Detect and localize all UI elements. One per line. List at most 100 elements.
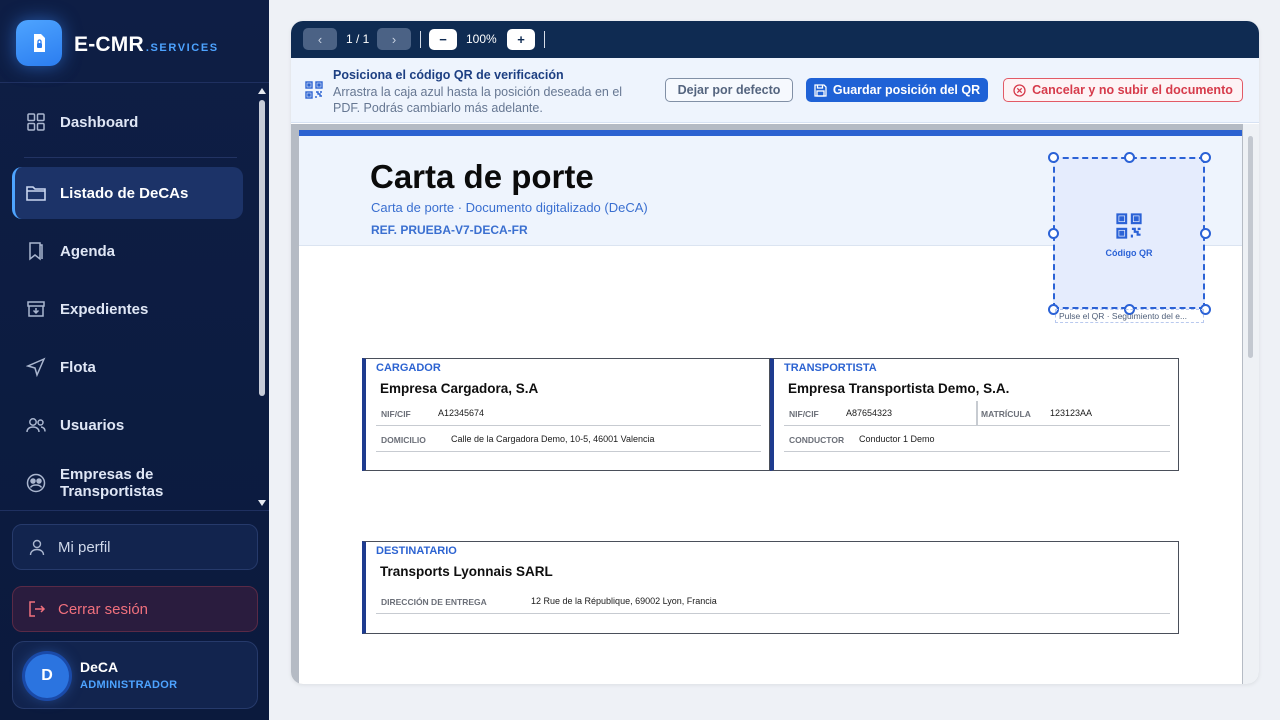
resize-handle-top-right[interactable] [1200, 152, 1211, 163]
user-card[interactable]: D DeCA ADMINISTRADOR [12, 641, 258, 709]
save-qr-position-label: Guardar posición del QR [832, 83, 981, 97]
direccion-value: 12 Rue de la République, 69002 Lyon, Fra… [531, 596, 717, 606]
nav-item-empresas-transportistas[interactable]: Empresas de Transportistas [12, 457, 243, 509]
document-subtitle: Carta de porte · Documento digitalizado … [371, 200, 648, 215]
conductor-value: Conductor 1 Demo [859, 434, 935, 444]
sidebar-scrollbar[interactable] [258, 88, 266, 508]
zoom-level: 100% [466, 32, 497, 46]
brand-subtitle: .SERVICES [145, 42, 219, 54]
zoom-out-button[interactable]: − [429, 29, 457, 50]
column-divider [976, 401, 978, 426]
bookmark-icon [25, 240, 47, 262]
cargador-domicilio-row: DOMICILIO Calle de la Cargadora Demo, 10… [376, 427, 761, 452]
nav-item-flota[interactable]: Flota [12, 341, 243, 393]
profile-button[interactable]: Mi perfil [12, 524, 258, 570]
matricula-value: 123123AA [1050, 408, 1093, 418]
nav-divider [24, 157, 237, 158]
pdf-scrollbar[interactable] [1243, 124, 1259, 684]
transportista-conductor-row: CONDUCTOR Conductor 1 Demo [784, 427, 1170, 452]
destinatario-name: Transports Lyonnais SARL [380, 564, 553, 579]
sidebar-footer: Mi perfil Cerrar sesión D DeCA ADMINISTR… [0, 510, 269, 720]
qr-label: Código QR [1105, 248, 1153, 258]
qr-code-icon [305, 81, 323, 99]
page-indicator: 1 / 1 [346, 32, 370, 46]
nav-item-dashboard[interactable]: Dashboard [12, 96, 243, 148]
qr-code-icon [1116, 213, 1142, 239]
nif-key: NIF/CIF [381, 409, 411, 419]
destinatario-label: DESTINATARIO [376, 545, 457, 557]
close-circle-icon [1013, 83, 1026, 97]
cargador-name: Empresa Cargadora, S.A [380, 381, 539, 396]
qr-placement-box[interactable]: Código QR [1048, 152, 1211, 315]
qr-bar-title: Posiciona el código QR de verificación [333, 68, 564, 82]
pdf-page: Carta de porte Carta de porte · Document… [299, 130, 1242, 684]
nav-label-flota: Flota [60, 358, 96, 376]
sidebar-scroll-thumb[interactable] [259, 100, 265, 396]
document-reference: REF. PRUEBA-V7-DECA-FR [371, 223, 528, 237]
resize-handle-top-left[interactable] [1048, 152, 1059, 163]
document-title: Carta de porte [370, 158, 594, 195]
transportista-label: TRANSPORTISTA [784, 362, 877, 374]
scroll-down-arrow-icon[interactable] [258, 500, 266, 506]
scroll-up-arrow-icon[interactable] [258, 88, 266, 94]
nav-label-usuarios: Usuarios [60, 416, 125, 434]
domicilio-key: DOMICILIO [381, 435, 426, 445]
archive-icon [25, 298, 47, 320]
logout-button[interactable]: Cerrar sesión [12, 586, 258, 632]
direccion-key: DIRECCIÓN DE ENTREGA [381, 597, 487, 607]
nav-label-expedientes: Expedientes [60, 300, 149, 318]
user-icon [27, 537, 47, 557]
resize-handle-left[interactable] [1048, 228, 1059, 239]
profile-label: Mi perfil [58, 538, 111, 556]
toolbar-divider [544, 31, 545, 48]
default-position-button[interactable]: Dejar por defecto [665, 78, 793, 102]
pdf-toolbar: ‹ 1 / 1 › − 100% + [291, 21, 1259, 58]
qr-caption: Pulse el QR · Seguimiento del e... [1055, 309, 1204, 323]
qr-placeholder: Código QR [1055, 213, 1203, 258]
brand-header: E-CMR .SERVICES [0, 0, 269, 83]
conductor-key: CONDUCTOR [789, 435, 845, 445]
matricula-key: MATRÍCULA [981, 409, 1031, 419]
cancel-upload-button[interactable]: Cancelar y no subir el documento [1003, 78, 1243, 102]
nav-item-expedientes[interactable]: Expedientes [12, 283, 243, 335]
user-name: DeCA [80, 659, 119, 675]
pdf-scroll-thumb[interactable] [1248, 136, 1253, 358]
logout-label: Cerrar sesión [58, 600, 149, 618]
sidebar: E-CMR .SERVICES Dashboard Listado de DeCA… [0, 0, 269, 720]
domicilio-value: Calle de la Cargadora Demo, 10-5, 46001 … [451, 434, 655, 444]
company-icon [25, 472, 47, 494]
grid-icon [25, 111, 47, 133]
transportista-name: Empresa Transportista Demo, S.A. [788, 381, 1010, 396]
resize-handle-top[interactable] [1124, 152, 1135, 163]
cancel-upload-label: Cancelar y no subir el documento [1032, 83, 1233, 97]
save-qr-position-button[interactable]: Guardar posición del QR [806, 78, 988, 102]
nav-label-listado-decas: Listado de DeCAs [60, 184, 189, 202]
zoom-in-button[interactable]: + [507, 29, 535, 50]
cargador-label: CARGADOR [376, 362, 441, 374]
qr-position-bar: Posiciona el código QR de verificación A… [291, 58, 1259, 123]
users-icon [25, 414, 47, 436]
nav-label-dashboard: Dashboard [60, 113, 139, 131]
user-role: ADMINISTRADOR [80, 679, 178, 691]
toolbar-divider [420, 31, 421, 48]
pdf-canvas: Carta de porte Carta de porte · Document… [291, 124, 1259, 684]
nav-item-usuarios[interactable]: Usuarios [12, 399, 243, 451]
nav-label-empresas-transportistas: Empresas de Transportistas [60, 466, 164, 500]
prev-page-button[interactable]: ‹ [303, 28, 337, 50]
qr-bar-description: Arrastra la caja azul hasta la posición … [333, 85, 623, 115]
chevron-right-icon: › [391, 31, 397, 47]
cargador-card: CARGADOR Empresa Cargadora, S.A NIF/CIF … [362, 358, 770, 471]
transportista-nif-row: NIF/CIF A87654323 MATRÍCULA 123123AA [784, 401, 1170, 426]
folder-icon [25, 182, 47, 204]
cargador-nif-row: NIF/CIF A12345674 [376, 401, 761, 426]
pdf-viewer: ‹ 1 / 1 › − 100% + Posiciona el código Q… [291, 21, 1259, 684]
brand-name: E-CMR .SERVICES [74, 33, 219, 56]
nif-value: A87654323 [846, 408, 893, 418]
resize-handle-right[interactable] [1200, 228, 1211, 239]
nav-item-listado-decas[interactable]: Listado de DeCAs [12, 167, 243, 219]
nav-item-agenda[interactable]: Agenda [12, 225, 243, 277]
nav-label-agenda: Agenda [60, 242, 116, 260]
next-page-button[interactable]: › [377, 28, 411, 50]
app-logo-icon[interactable] [16, 20, 62, 66]
logout-icon [27, 599, 47, 619]
